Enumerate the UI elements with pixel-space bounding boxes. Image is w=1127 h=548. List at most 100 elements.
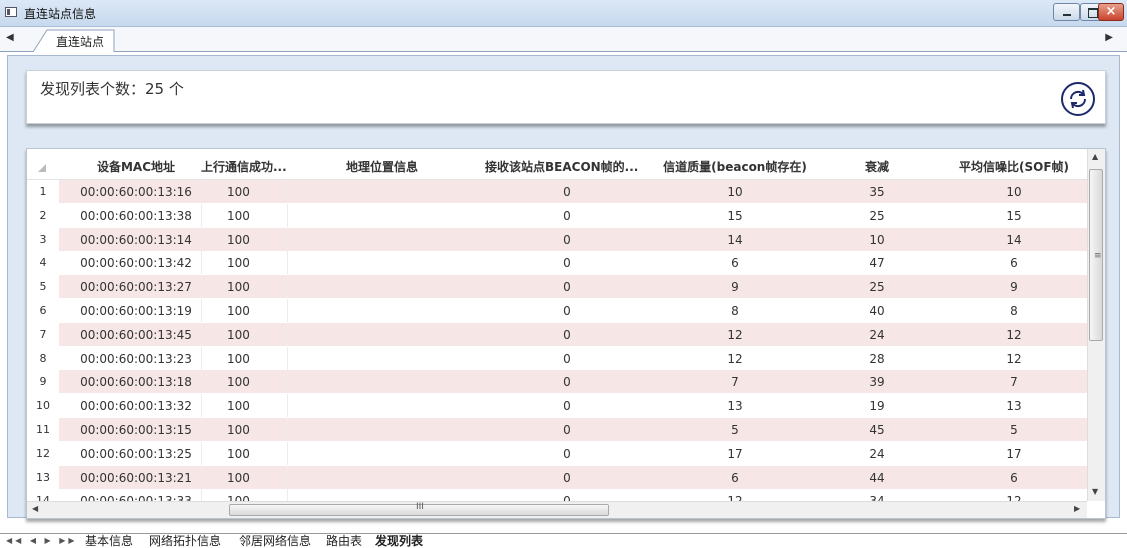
row-number[interactable]: 6 bbox=[27, 304, 59, 317]
tab-scroll-right-icon[interactable]: ▶ bbox=[1105, 32, 1113, 43]
cell-mac[interactable]: 00:00:60:00:13:18 bbox=[71, 375, 201, 389]
cell-atten[interactable]: 28 bbox=[813, 352, 941, 366]
cell-beacon[interactable]: 0 bbox=[477, 352, 657, 366]
cell-beacon[interactable]: 0 bbox=[477, 304, 657, 318]
cell-quality[interactable]: 9 bbox=[657, 280, 813, 294]
row-number[interactable]: 2 bbox=[27, 209, 59, 222]
table-row[interactable]: 11 00:00:60:00:13:15 100 0 5 45 5 bbox=[27, 418, 1087, 441]
cell-atten[interactable]: 44 bbox=[813, 471, 941, 485]
cell-mac[interactable]: 00:00:60:00:13:15 bbox=[71, 423, 201, 437]
cell-atten[interactable]: 35 bbox=[813, 185, 941, 199]
table-row[interactable]: 2 00:00:60:00:13:38 100 0 15 25 15 bbox=[27, 203, 1087, 227]
row-number[interactable]: 10 bbox=[27, 399, 59, 412]
sheet-nav-icons[interactable]: ◀◀ ◀ ▶ ▶▶ bbox=[6, 536, 78, 545]
cell-up[interactable]: 100 bbox=[227, 209, 301, 223]
col-header-geo[interactable]: 地理位置信息 bbox=[287, 158, 477, 175]
cell-up[interactable]: 100 bbox=[227, 233, 301, 247]
cell-atten[interactable]: 25 bbox=[813, 280, 941, 294]
row-number[interactable]: 4 bbox=[27, 256, 59, 269]
cell-up[interactable]: 100 bbox=[227, 256, 301, 270]
cell-snr[interactable]: 8 bbox=[941, 304, 1087, 318]
cell-quality[interactable]: 12 bbox=[657, 352, 813, 366]
table-row[interactable]: 9 00:00:60:00:13:18 100 0 7 39 7 bbox=[27, 370, 1087, 394]
cell-beacon[interactable]: 0 bbox=[477, 185, 657, 199]
cell-snr[interactable]: 10 bbox=[941, 185, 1087, 199]
cell-atten[interactable]: 10 bbox=[813, 233, 941, 247]
sheet-tab-neighbor-network[interactable]: 邻居网络信息 bbox=[239, 534, 311, 548]
cell-quality[interactable]: 15 bbox=[657, 209, 813, 223]
cell-beacon[interactable]: 0 bbox=[477, 447, 657, 461]
table-row[interactable]: 12 00:00:60:00:13:25 100 0 17 24 17 bbox=[27, 441, 1087, 465]
cell-mac[interactable]: 00:00:60:00:13:25 bbox=[71, 447, 201, 461]
select-all-corner-icon[interactable] bbox=[38, 164, 46, 172]
cell-mac[interactable]: 00:00:60:00:13:38 bbox=[71, 209, 201, 223]
cell-up[interactable]: 100 bbox=[227, 185, 301, 199]
cell-up[interactable]: 100 bbox=[227, 447, 301, 461]
row-number[interactable]: 7 bbox=[27, 328, 59, 341]
cell-snr[interactable]: 12 bbox=[941, 352, 1087, 366]
tab-scroll-left-icon[interactable]: ◀ bbox=[6, 32, 14, 43]
minimize-button[interactable] bbox=[1053, 3, 1080, 21]
cell-up[interactable]: 100 bbox=[227, 471, 301, 485]
sheet-tab-discovery-list[interactable]: 发现列表 bbox=[375, 534, 423, 548]
cell-atten[interactable]: 40 bbox=[813, 304, 941, 318]
row-number[interactable]: 1 bbox=[27, 185, 59, 198]
row-number[interactable]: 5 bbox=[27, 280, 59, 293]
cell-snr[interactable]: 14 bbox=[941, 233, 1087, 247]
col-header-snr[interactable]: 平均信噪比(SOF帧) bbox=[941, 158, 1087, 175]
row-number[interactable]: 8 bbox=[27, 352, 59, 365]
cell-snr[interactable]: 17 bbox=[941, 447, 1087, 461]
row-number[interactable]: 3 bbox=[27, 233, 59, 246]
cell-beacon[interactable]: 0 bbox=[477, 471, 657, 485]
cell-mac[interactable]: 00:00:60:00:13:16 bbox=[71, 185, 201, 199]
cell-mac[interactable]: 00:00:60:00:13:27 bbox=[71, 280, 201, 294]
col-header-uplink[interactable]: 上行通信成功... bbox=[201, 158, 287, 175]
cell-snr[interactable]: 12 bbox=[941, 328, 1087, 342]
cell-atten[interactable]: 24 bbox=[813, 447, 941, 461]
cell-quality[interactable]: 10 bbox=[657, 185, 813, 199]
cell-quality[interactable]: 14 bbox=[657, 233, 813, 247]
cell-beacon[interactable]: 0 bbox=[477, 280, 657, 294]
col-header-mac[interactable]: 设备MAC地址 bbox=[71, 158, 201, 175]
cell-atten[interactable]: 19 bbox=[813, 399, 941, 413]
cell-up[interactable]: 100 bbox=[227, 304, 301, 318]
sheet-tab-basic-info[interactable]: 基本信息 bbox=[85, 534, 133, 548]
table-row[interactable]: 13 00:00:60:00:13:21 100 0 6 44 6 bbox=[27, 465, 1087, 489]
row-number[interactable]: 11 bbox=[27, 423, 59, 436]
row-number[interactable]: 13 bbox=[27, 471, 59, 484]
col-header-attenuation[interactable]: 衰减 bbox=[813, 158, 941, 175]
cell-snr[interactable]: 6 bbox=[941, 256, 1087, 270]
cell-quality[interactable]: 6 bbox=[657, 256, 813, 270]
cell-snr[interactable]: 15 bbox=[941, 209, 1087, 223]
table-row[interactable]: 1 00:00:60:00:13:16 100 0 10 35 10 bbox=[27, 180, 1087, 203]
table-row[interactable]: 6 00:00:60:00:13:19 100 0 8 40 8 bbox=[27, 299, 1087, 322]
cell-beacon[interactable]: 0 bbox=[477, 256, 657, 270]
cell-quality[interactable]: 5 bbox=[657, 423, 813, 437]
col-header-beacon[interactable]: 接收该站点BEACON帧的... bbox=[477, 158, 657, 175]
scroll-right-icon[interactable]: ▶ bbox=[1074, 504, 1080, 513]
cell-beacon[interactable]: 0 bbox=[477, 375, 657, 389]
cell-up[interactable]: 100 bbox=[227, 375, 301, 389]
cell-atten[interactable]: 45 bbox=[813, 423, 941, 437]
cell-beacon[interactable]: 0 bbox=[477, 399, 657, 413]
sheet-tab-topology[interactable]: 网络拓扑信息 bbox=[149, 534, 221, 548]
table-row[interactable]: 5 00:00:60:00:13:27 100 0 9 25 9 bbox=[27, 275, 1087, 299]
cell-up[interactable]: 100 bbox=[227, 399, 301, 413]
cell-mac[interactable]: 00:00:60:00:13:42 bbox=[71, 256, 201, 270]
cell-quality[interactable]: 8 bbox=[657, 304, 813, 318]
scroll-left-icon[interactable]: ◀ bbox=[32, 504, 38, 513]
cell-up[interactable]: 100 bbox=[227, 280, 301, 294]
cell-atten[interactable]: 47 bbox=[813, 256, 941, 270]
cell-quality[interactable]: 6 bbox=[657, 471, 813, 485]
cell-mac[interactable]: 00:00:60:00:13:19 bbox=[71, 304, 201, 318]
scroll-down-icon[interactable]: ▼ bbox=[1092, 487, 1098, 496]
cell-quality[interactable]: 13 bbox=[657, 399, 813, 413]
table-row[interactable]: 4 00:00:60:00:13:42 100 0 6 47 6 bbox=[27, 251, 1087, 275]
cell-mac[interactable]: 00:00:60:00:13:14 bbox=[71, 233, 201, 247]
sheet-tab-routing-table[interactable]: 路由表 bbox=[326, 534, 362, 548]
cell-quality[interactable]: 7 bbox=[657, 375, 813, 389]
cell-snr[interactable]: 13 bbox=[941, 399, 1087, 413]
cell-beacon[interactable]: 0 bbox=[477, 233, 657, 247]
cell-mac[interactable]: 00:00:60:00:13:45 bbox=[71, 328, 201, 342]
cell-atten[interactable]: 39 bbox=[813, 375, 941, 389]
